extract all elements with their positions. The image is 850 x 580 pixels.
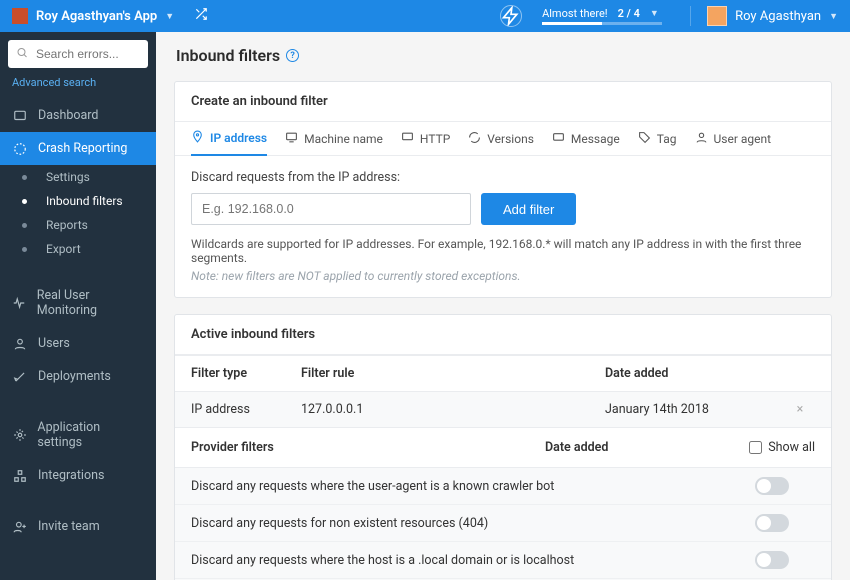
sidebar-item-integrations[interactable]: Integrations: [0, 459, 156, 492]
col-date-added: Date added: [545, 440, 725, 455]
chevron-down-icon: ▼: [829, 11, 838, 22]
chevron-down-icon: ▼: [165, 11, 174, 22]
app-name: Roy Agasthyan's App: [36, 9, 157, 24]
dashboard-icon: [12, 109, 28, 123]
toggle[interactable]: [755, 514, 789, 532]
search-icon: [16, 47, 28, 62]
sidebar-item-export[interactable]: Export: [0, 237, 156, 261]
provider-filters-header: Provider filters Date added Show all: [175, 428, 831, 468]
provider-row: Discard any requests for non existent re…: [175, 505, 831, 542]
provider-row: Discard any requests where the user-agen…: [175, 468, 831, 505]
sidebar-item-app-settings[interactable]: Application settings: [0, 411, 156, 459]
delete-button[interactable]: ×: [785, 402, 815, 417]
sidebar-item-inbound-filters[interactable]: Inbound filters: [0, 189, 156, 213]
rocket-icon: [12, 370, 28, 384]
tab-message[interactable]: Message: [552, 122, 620, 155]
pulse-icon: [12, 296, 27, 310]
toggle[interactable]: [755, 477, 789, 495]
cell-rule: 127.0.0.0.1: [301, 402, 605, 417]
provider-filters-label: Provider filters: [191, 440, 545, 455]
monitor-icon: [285, 131, 298, 147]
crash-icon: [12, 142, 28, 156]
card-header: Create an inbound filter: [175, 82, 831, 122]
progress-bar: [542, 22, 662, 25]
toggle[interactable]: [755, 551, 789, 569]
tab-machine-name[interactable]: Machine name: [285, 122, 383, 155]
plugin-icon: [12, 469, 28, 483]
show-all-checkbox[interactable]: Show all: [725, 440, 815, 455]
pin-icon: [191, 130, 204, 146]
wildcard-hint: Wildcards are supported for IP addresses…: [191, 237, 815, 265]
sidebar-item-reports[interactable]: Reports: [0, 213, 156, 237]
ip-address-input[interactable]: [191, 193, 471, 225]
user-name: Roy Agasthyan: [735, 9, 821, 24]
progress-count: 2 / 4: [618, 7, 640, 20]
add-filter-button[interactable]: Add filter: [481, 193, 576, 225]
sidebar-item-rum[interactable]: Real User Monitoring: [0, 279, 156, 327]
sidebar: Advanced search Dashboard Crash Reportin…: [0, 32, 156, 580]
col-filter-type: Filter type: [191, 366, 301, 381]
col-filter-rule: Filter rule: [301, 366, 605, 381]
tag-icon: [638, 131, 651, 147]
sidebar-item-invite-team[interactable]: Invite team: [0, 510, 156, 543]
onboarding-progress[interactable]: Almost there! 2 / 4 ▼: [542, 7, 662, 25]
add-user-icon: [12, 520, 28, 534]
search-input[interactable]: [8, 40, 148, 68]
tab-tag[interactable]: Tag: [638, 122, 677, 155]
sidebar-item-crash-reporting[interactable]: Crash Reporting: [0, 132, 156, 165]
tab-ip-address[interactable]: IP address: [191, 122, 267, 156]
tab-http[interactable]: HTTP: [401, 122, 450, 155]
app-icon: [12, 8, 28, 24]
filter-note: Note: new filters are NOT applied to cur…: [191, 269, 815, 283]
col-date-added: Date added: [605, 366, 785, 381]
table-header: Filter type Filter rule Date added: [175, 355, 831, 392]
user-icon: [695, 131, 708, 147]
message-icon: [552, 131, 565, 147]
topbar: Roy Agasthyan's App ▼ Almost there! 2 / …: [0, 0, 850, 32]
tab-user-agent[interactable]: User agent: [695, 122, 772, 155]
globe-icon: [401, 131, 414, 147]
filter-tabs: IP address Machine name HTTP Versions Me…: [175, 122, 831, 156]
chevron-down-icon: ▼: [650, 8, 659, 19]
help-icon[interactable]: ?: [286, 49, 299, 62]
app-switcher[interactable]: Roy Agasthyan's App ▼: [12, 7, 208, 25]
advanced-search-link[interactable]: Advanced search: [0, 76, 156, 99]
provider-row: Discard any requests where the host is a…: [175, 542, 831, 579]
shuffle-icon[interactable]: [194, 7, 208, 25]
avatar: [707, 6, 727, 26]
sidebar-item-settings[interactable]: Settings: [0, 165, 156, 189]
cell-date: January 14th 2018: [605, 402, 785, 417]
users-icon: [12, 337, 28, 351]
sidebar-item-users[interactable]: Users: [0, 327, 156, 360]
sidebar-item-dashboard[interactable]: Dashboard: [0, 99, 156, 132]
field-label: Discard requests from the IP address:: [191, 170, 815, 185]
table-row: IP address 127.0.0.0.1 January 14th 2018…: [175, 392, 831, 428]
tab-versions[interactable]: Versions: [468, 122, 534, 155]
progress-label: Almost there!: [542, 7, 608, 20]
user-menu[interactable]: Roy Agasthyan ▼: [690, 6, 838, 26]
active-filters-card: Active inbound filters Filter type Filte…: [174, 314, 832, 580]
card-header: Active inbound filters: [175, 315, 831, 355]
bolt-icon[interactable]: [500, 5, 522, 27]
cell-type: IP address: [191, 402, 301, 417]
show-all-input[interactable]: [749, 441, 762, 454]
page-title: Inbound filters: [176, 46, 280, 65]
gear-icon: [12, 428, 27, 442]
sidebar-item-deployments[interactable]: Deployments: [0, 360, 156, 393]
refresh-icon: [468, 131, 481, 147]
create-filter-card: Create an inbound filter IP address Mach…: [174, 81, 832, 298]
